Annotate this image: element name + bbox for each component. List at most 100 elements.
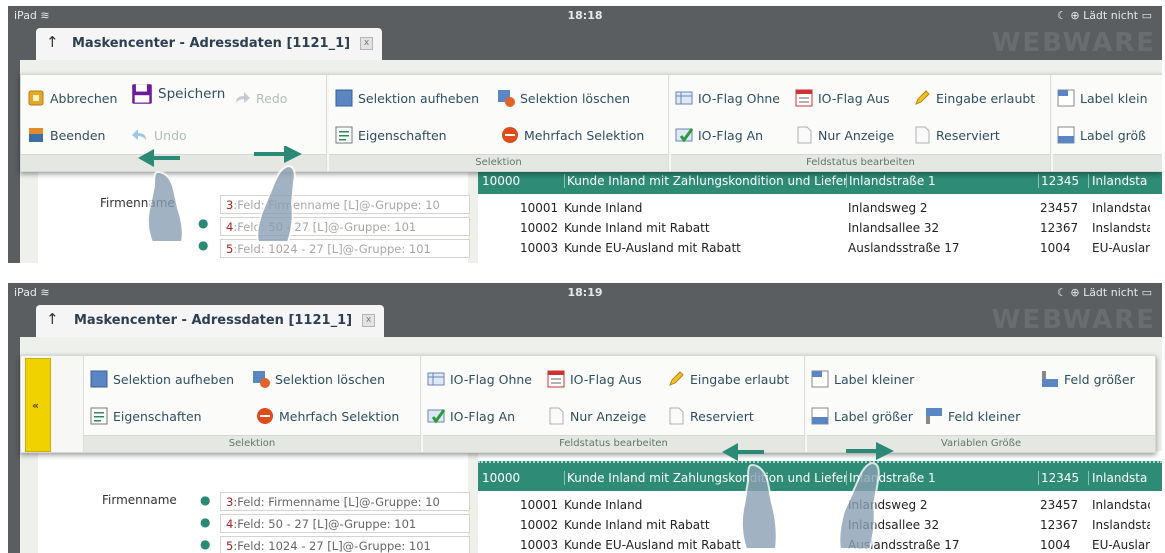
display-only-label: Nur Anzeige <box>818 127 895 143</box>
io-flag-off-label: IO-Flag Aus <box>818 90 890 106</box>
properties-button[interactable]: Eigenschaften <box>90 405 202 427</box>
grid-cell: EU-Ausland <box>1092 241 1150 255</box>
io-flag-none-button[interactable]: IO-Flag Ohne <box>675 87 780 109</box>
grid-cell: Inlandsweg 2 <box>848 201 928 215</box>
arrow-left-icon <box>722 443 764 461</box>
status-right: ☾ ⊕ Lädt nicht ▭ <box>1057 9 1152 22</box>
moon-icon: ☾ <box>1056 9 1067 22</box>
clear-selection-button[interactable]: Selektion aufheben <box>335 87 479 109</box>
grid-header-cell: Inlandstraße 1 <box>846 174 1036 188</box>
grid-cell: 1004 <box>1040 538 1071 552</box>
ribbon-group-caption <box>1053 154 1162 171</box>
tab-title: Maskencenter - Adressdaten [1121_1] <box>72 36 351 51</box>
io-flag-on-button[interactable]: IO-Flag An <box>675 124 763 146</box>
label-larger-label: Label größ <box>1080 127 1147 143</box>
page-icon <box>547 407 565 425</box>
arrow-up-icon[interactable]: ↑ <box>46 33 59 51</box>
field-box[interactable]: 3:Feld: Firmenname [L]@-Gruppe: 10 <box>220 492 470 511</box>
grid-cell: Inslandstadt <box>1092 221 1150 235</box>
io-flag-none-button[interactable]: IO-Flag Ohne <box>427 368 532 390</box>
field-bullet: ● <box>200 515 211 529</box>
io-flag-off-icon <box>547 370 565 388</box>
delete-selection-button[interactable]: Selektion löschen <box>497 87 630 109</box>
arrow-up-icon[interactable]: ↑ <box>46 310 59 328</box>
swipe-gesture-overlay <box>722 442 894 550</box>
table-row[interactable]: 10002 Kunde Inland mit Rabatt Inlandsall… <box>478 218 1162 238</box>
clear-selection-button[interactable]: Selektion aufheben <box>90 368 234 390</box>
save-button[interactable]: Speichern <box>131 83 225 105</box>
undo-button[interactable]: Undo <box>131 124 187 146</box>
input-allowed-button[interactable]: Eingabe erlaubt <box>667 368 789 390</box>
field-label-firmenname: Firmenname <box>102 493 177 507</box>
field-larger-label: Feld größer <box>1064 371 1135 387</box>
io-flag-off-button[interactable]: IO-Flag Aus <box>547 368 642 390</box>
io-flag-on-button[interactable]: IO-Flag An <box>427 405 515 427</box>
reserved-button[interactable]: Reserviert <box>913 124 1000 146</box>
field-box[interactable]: 5:Feld: 1024 - 27 [L]@-Gruppe: 101 <box>220 536 470 553</box>
watermark-logo: WEBWARE <box>991 28 1156 58</box>
multi-selection-icon <box>501 126 519 144</box>
hand-pointer-icon <box>740 463 778 550</box>
table-row[interactable]: 10003 Kunde EU-Ausland mit Rabatt Auslan… <box>478 238 1162 258</box>
label-larger-button[interactable]: Label größ <box>1057 124 1146 146</box>
field-box[interactable]: 4:Feld: 50 - 27 [L]@-Gruppe: 101 <box>220 514 470 533</box>
grid-cell: Kunde Inland <box>564 201 643 215</box>
battery-text: Lädt nicht <box>1083 9 1139 22</box>
io-flag-off-button[interactable]: IO-Flag Aus <box>795 87 890 109</box>
field-bullet: ● <box>200 537 211 551</box>
tab-close-button[interactable]: x <box>362 314 375 327</box>
delete-selection-button[interactable]: Selektion löschen <box>252 368 385 390</box>
clock: 18:19 <box>567 286 603 299</box>
properties-list-icon <box>335 126 353 144</box>
cancel-label: Abbrechen <box>50 90 118 106</box>
selection-square-icon <box>335 89 353 107</box>
cancel-button[interactable]: Abbrechen <box>27 87 117 109</box>
grid-cell: Inlandstadt <box>1092 201 1150 215</box>
field-larger-button[interactable]: Feld größer <box>1041 368 1135 390</box>
display-only-button[interactable]: Nur Anzeige <box>547 405 646 427</box>
label-larger-button[interactable]: Label größer <box>811 405 913 427</box>
properties-button[interactable]: Eigenschaften <box>335 124 447 146</box>
reserved-button[interactable]: Reserviert <box>667 405 754 427</box>
grid-header-cell: 12345 <box>1038 471 1088 485</box>
multi-selection-button[interactable]: Mehrfach Selektion <box>501 124 644 146</box>
grid-cell: 10003 <box>520 241 559 255</box>
label-smaller-button[interactable]: Label klein <box>1057 87 1148 109</box>
label-smaller-icon <box>1057 89 1075 107</box>
label-smaller-button[interactable]: Label kleiner <box>811 368 914 390</box>
display-only-button[interactable]: Nur Anzeige <box>795 124 894 146</box>
io-flag-on-label: IO-Flag An <box>450 408 516 424</box>
delete-selection-icon <box>497 89 515 107</box>
arrow-right-icon <box>254 146 302 163</box>
table-row[interactable]: 10001 Kunde Inland Inlandsweg 2 23457 In… <box>478 198 1162 218</box>
window-tab[interactable]: ↑ Maskencenter - Adressdaten [1121_1] x <box>36 28 382 60</box>
exit-button[interactable]: Beenden <box>27 124 105 146</box>
lock-rotation-icon: ⊕ <box>1070 286 1080 299</box>
properties-label: Eigenschaften <box>113 408 202 424</box>
toolbar-ribbon: « Selektion aufheben Selektion löschen E… <box>20 355 1156 453</box>
battery-icon: ▭ <box>1141 286 1152 299</box>
tab-close-button[interactable]: x <box>360 37 373 50</box>
hand-pointer-icon <box>838 461 880 550</box>
io-flag-off-icon <box>795 89 813 107</box>
data-grid: 10000 Kunde Inland mit Zahlungskondition… <box>478 164 1162 263</box>
field-smaller-icon <box>925 407 943 425</box>
field-text: :Feld: 50 - 27 [L]@-Gruppe: 101 <box>233 517 417 531</box>
field-smaller-label: Feld kleiner <box>948 408 1021 424</box>
field-smaller-button[interactable]: Feld kleiner <box>925 405 1020 427</box>
redo-button[interactable]: Redo <box>233 87 287 109</box>
input-allowed-button[interactable]: Eingabe erlaubt <box>913 87 1035 109</box>
io-flag-off-label: IO-Flag Aus <box>570 371 642 387</box>
delete-selection-label: Selektion löschen <box>520 90 630 106</box>
field-bullet: ● <box>200 493 211 507</box>
label-larger-label: Label größer <box>834 408 913 424</box>
screenshot-swipe-after: iPad ≋ 18:19 ☾ ⊕ Lädt nicht ▭ WEBWARE ↑ … <box>8 283 1162 553</box>
lock-rotation-icon: ⊕ <box>1070 9 1080 22</box>
multi-selection-button[interactable]: Mehrfach Selektion <box>256 405 399 427</box>
grid-header-cell: 12345 <box>1038 174 1088 188</box>
status-right: ☾ ⊕ Lädt nicht ▭ <box>1057 286 1152 299</box>
window-tab[interactable]: ↑ Maskencenter - Adressdaten [1121_1] x <box>36 305 384 337</box>
battery-icon: ▭ <box>1141 9 1152 22</box>
reserved-label: Reserviert <box>936 127 1000 143</box>
ribbon-collapse-handle[interactable]: « <box>25 358 51 452</box>
